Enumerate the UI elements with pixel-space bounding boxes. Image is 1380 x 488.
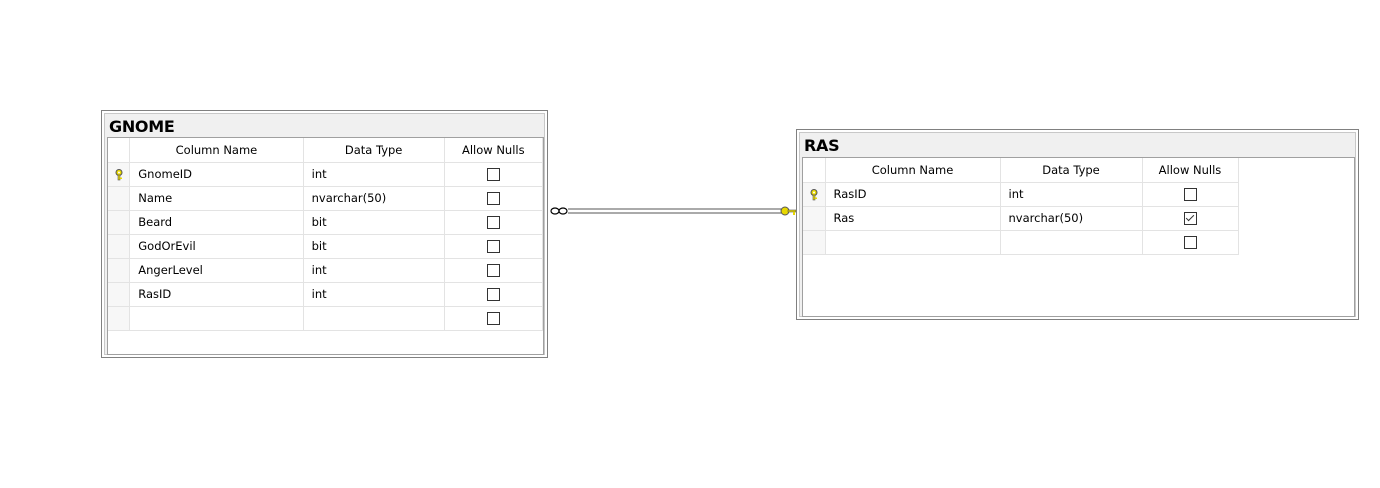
allow-nulls-cell — [444, 234, 544, 259]
row-selector[interactable] — [803, 206, 826, 231]
header-row: Column Name Data Type Allow Nulls — [803, 158, 1239, 183]
data-type-cell[interactable] — [303, 306, 445, 331]
header-row: Column Name Data Type Allow Nulls — [108, 138, 544, 163]
data-type-cell[interactable]: bit — [303, 210, 445, 235]
data-type-cell[interactable]: int — [303, 162, 445, 187]
row-selector[interactable] — [108, 282, 131, 307]
allow-nulls-checkbox[interactable] — [486, 192, 500, 205]
table-row[interactable]: RasID int — [803, 182, 1239, 207]
header-allow-nulls: Allow Nulls — [1142, 158, 1239, 183]
data-type-cell[interactable]: int — [303, 282, 445, 307]
column-table: Column Name Data Type Allow Nulls RasID … — [803, 158, 1239, 255]
table-title: GNOME — [109, 117, 175, 136]
table-row[interactable]: RasID int — [108, 282, 544, 307]
data-type-cell[interactable]: nvarchar(50) — [1000, 206, 1143, 231]
allow-nulls-cell — [1142, 206, 1239, 231]
allow-nulls-cell — [1142, 182, 1239, 207]
column-name-cell[interactable]: RasID — [825, 182, 1001, 207]
row-selector-header — [803, 158, 826, 183]
allow-nulls-checkbox[interactable] — [1183, 188, 1197, 201]
data-type-cell[interactable]: bit — [303, 234, 445, 259]
row-selector[interactable] — [803, 182, 826, 207]
column-name-cell[interactable] — [825, 230, 1001, 255]
row-selector[interactable] — [108, 186, 131, 211]
allow-nulls-checkbox[interactable] — [486, 264, 500, 277]
header-column-name: Column Name — [129, 138, 304, 163]
column-name-cell[interactable]: GnomeID — [129, 162, 304, 187]
allow-nulls-cell — [444, 258, 544, 283]
column-name-cell[interactable]: Beard — [129, 210, 304, 235]
primary-key-icon — [115, 168, 123, 180]
table-row[interactable]: Ras nvarchar(50) — [803, 206, 1239, 231]
allow-nulls-checkbox[interactable] — [486, 312, 500, 325]
relationship-key-icon — [780, 206, 797, 216]
row-selector[interactable] — [108, 258, 131, 283]
column-table: Column Name Data Type Allow Nulls GnomeI… — [108, 138, 544, 331]
column-grid: Column Name Data Type Allow Nulls GnomeI… — [107, 137, 544, 355]
table-ras[interactable]: RAS Column Name Data Type Allow Nulls Ra… — [796, 129, 1359, 320]
column-name-cell[interactable]: GodOrEvil — [129, 234, 304, 259]
allow-nulls-cell — [444, 210, 544, 235]
column-name-cell[interactable]: AngerLevel — [129, 258, 304, 283]
allow-nulls-cell — [444, 186, 544, 211]
table-gnome[interactable]: GNOME Column Name Data Type Allow Nulls … — [101, 110, 548, 358]
column-name-cell[interactable]: Ras — [825, 206, 1001, 231]
table-row[interactable]: GodOrEvil bit — [108, 234, 544, 259]
allow-nulls-checkbox[interactable] — [486, 216, 500, 229]
allow-nulls-checkbox[interactable] — [486, 288, 500, 301]
column-name-cell[interactable] — [129, 306, 304, 331]
primary-key-icon — [810, 188, 818, 200]
row-selector[interactable] — [108, 234, 131, 259]
allow-nulls-cell — [444, 306, 544, 331]
allow-nulls-checkbox[interactable] — [486, 240, 500, 253]
row-selector[interactable] — [108, 306, 131, 331]
header-column-name: Column Name — [825, 158, 1001, 183]
allow-nulls-checkbox-checked[interactable] — [1183, 212, 1197, 225]
column-grid: Column Name Data Type Allow Nulls RasID … — [802, 157, 1355, 317]
allow-nulls-cell — [444, 162, 544, 187]
table-row[interactable]: Name nvarchar(50) — [108, 186, 544, 211]
allow-nulls-checkbox[interactable] — [1183, 236, 1197, 249]
table-row[interactable]: Beard bit — [108, 210, 544, 235]
header-allow-nulls: Allow Nulls — [444, 138, 544, 163]
table-row[interactable] — [803, 230, 1239, 255]
table-title: RAS — [804, 136, 840, 155]
allow-nulls-checkbox[interactable] — [486, 168, 500, 181]
table-row[interactable]: AngerLevel int — [108, 258, 544, 283]
data-type-cell[interactable]: int — [1000, 182, 1143, 207]
data-type-cell[interactable]: nvarchar(50) — [303, 186, 445, 211]
row-selector[interactable] — [108, 162, 131, 187]
table-row[interactable]: GnomeID int — [108, 162, 544, 187]
infinity-icon — [550, 207, 568, 215]
header-data-type: Data Type — [303, 138, 445, 163]
row-selector[interactable] — [108, 210, 131, 235]
column-name-cell[interactable]: RasID — [129, 282, 304, 307]
data-type-cell[interactable]: int — [303, 258, 445, 283]
allow-nulls-cell — [444, 282, 544, 307]
data-type-cell[interactable] — [1000, 230, 1143, 255]
table-row[interactable] — [108, 306, 544, 331]
row-selector[interactable] — [803, 230, 826, 255]
allow-nulls-cell — [1142, 230, 1239, 255]
row-selector-header — [108, 138, 131, 163]
header-data-type: Data Type — [1000, 158, 1143, 183]
column-name-cell[interactable]: Name — [129, 186, 304, 211]
